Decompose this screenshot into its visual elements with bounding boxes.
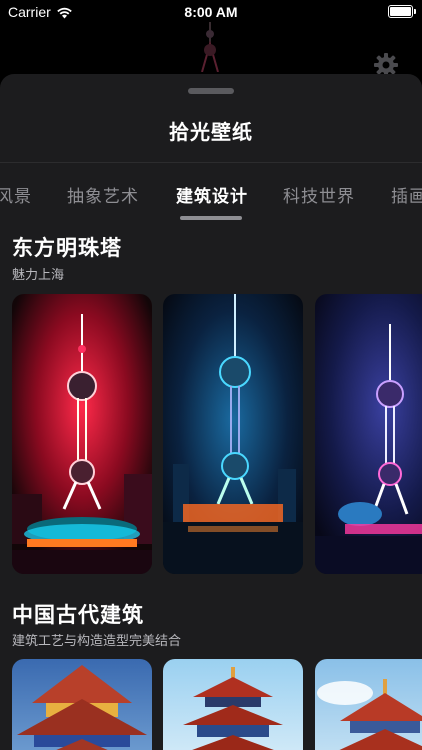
tab-landscape[interactable]: 风景 xyxy=(0,182,32,207)
wallpaper-card[interactable] xyxy=(315,294,422,574)
wallpaper-card[interactable] xyxy=(12,659,152,750)
sheet-grabber[interactable] xyxy=(188,88,234,94)
carrier-group: Carrier xyxy=(8,4,73,20)
background-tower-image xyxy=(201,22,219,72)
carrier-label: Carrier xyxy=(8,4,51,20)
section-title: 中国古代建筑 xyxy=(12,603,144,627)
chinese-pagoda-image xyxy=(315,659,422,750)
wifi-icon xyxy=(56,7,72,18)
tab-indicator xyxy=(180,216,242,220)
header-divider xyxy=(0,162,422,163)
section-title: 东方明珠塔 xyxy=(12,236,122,260)
chinese-pagoda-image xyxy=(163,659,303,750)
wallpaper-card[interactable] xyxy=(163,659,303,750)
wallpaper-card[interactable] xyxy=(12,294,152,574)
battery-icon xyxy=(388,5,416,18)
wallpaper-card[interactable] xyxy=(315,659,422,750)
tab-illustration[interactable]: 插画 xyxy=(391,182,422,207)
section-subtitle: 魅力上海 xyxy=(12,268,65,283)
section-subtitle: 建筑工艺与构造造型完美结合 xyxy=(12,634,182,649)
oriental-pearl-purple-image xyxy=(315,294,422,574)
wallpaper-card[interactable] xyxy=(163,294,303,574)
chinese-pagoda-image xyxy=(12,659,152,750)
status-bar: Carrier 8:00 AM xyxy=(0,0,422,24)
oriental-pearl-blue-image xyxy=(163,294,303,574)
bottom-sheet: 拾光壁纸 风景 抽象艺术 建筑设计 科技世界 插画 东方明珠塔 魅力上海 中国古… xyxy=(0,74,422,750)
oriental-pearl-red-image xyxy=(12,294,152,574)
tab-abstract-art[interactable]: 抽象艺术 xyxy=(67,182,139,207)
sheet-title: 拾光壁纸 xyxy=(169,120,253,144)
tab-tech-world[interactable]: 科技世界 xyxy=(283,182,355,207)
tab-architecture[interactable]: 建筑设计 xyxy=(176,182,248,207)
